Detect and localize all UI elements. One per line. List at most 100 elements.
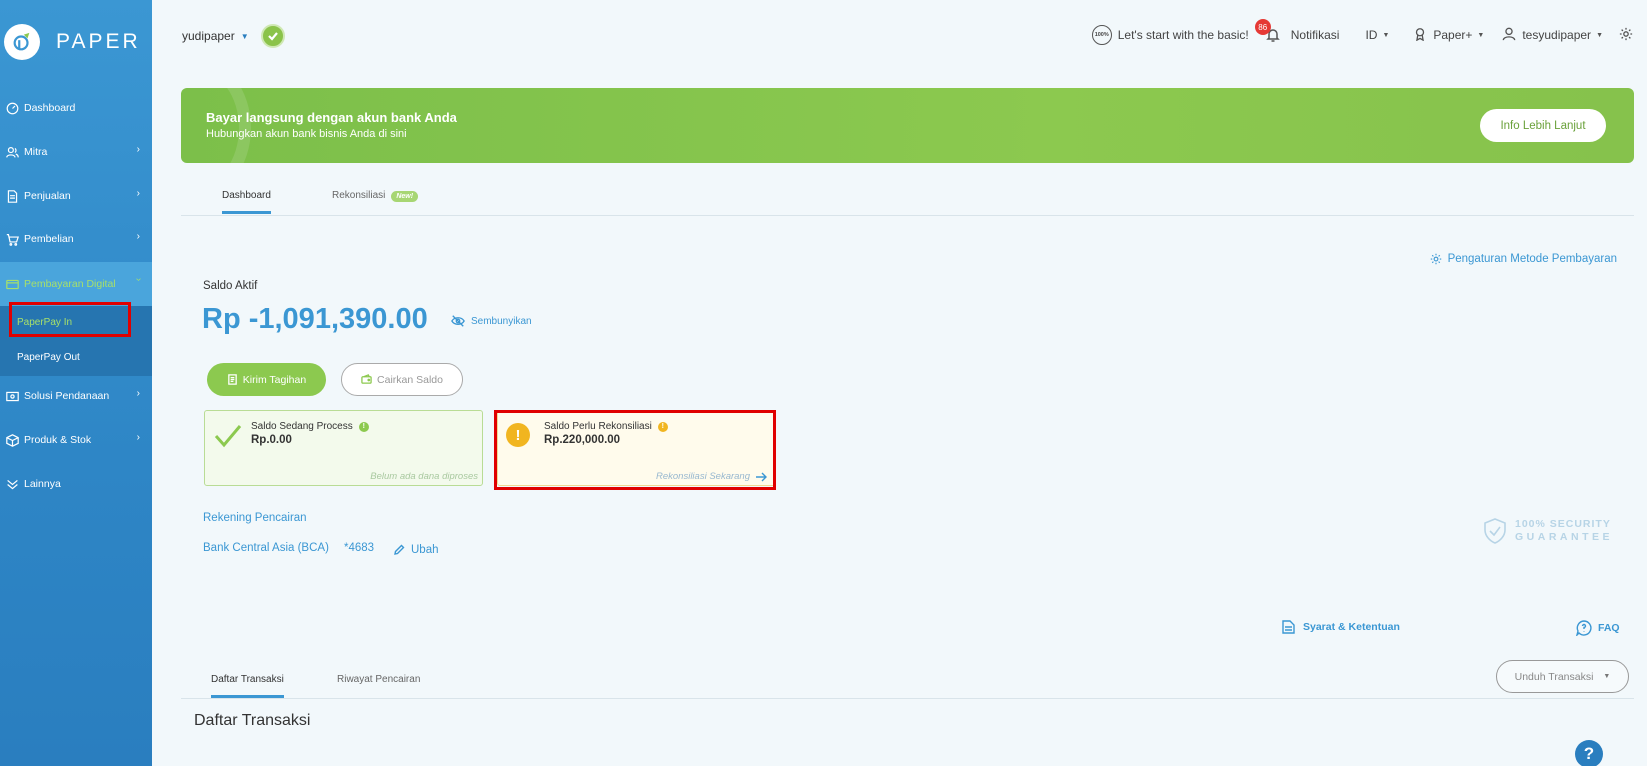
tab-dashboard[interactable]: Dashboard [222, 190, 271, 214]
balance-amount: Rp -1,091,390.00 [202, 303, 428, 335]
plan-label: Paper+ [1433, 28, 1473, 42]
banner-subtitle: Hubungkan akun bank bisnis Anda di sini [206, 128, 407, 140]
sidebar-item-label: Pembayaran Digital [24, 278, 116, 290]
terms-link[interactable]: Syarat & Ketentuan [1282, 620, 1400, 634]
chevron-right-icon: › [136, 231, 140, 242]
gear-icon [1430, 253, 1441, 265]
banner-decoration [181, 88, 251, 163]
highlight-box [9, 302, 131, 337]
username-label: tesyudipaper [1522, 28, 1592, 42]
bank-name: Bank Central Asia (BCA) [203, 542, 329, 554]
sidebar-item-lainnya[interactable]: Lainnya [0, 464, 152, 504]
document-icon [1282, 620, 1295, 634]
download-transactions-button[interactable]: Unduh Transaksi ▼ [1496, 660, 1629, 693]
notification-label: Notifikasi [1290, 28, 1340, 42]
send-invoice-button[interactable]: Kirim Tagihan [207, 363, 326, 396]
payment-method-settings-link[interactable]: Pengaturan Metode Pembayaran [1430, 253, 1617, 265]
cart-icon [5, 232, 19, 246]
gear-icon [1619, 27, 1633, 44]
processing-balance-footer: Belum ada dana diproses [370, 471, 478, 482]
hide-balance-label: Sembunyikan [471, 315, 532, 327]
sidebar-item-label: Pembelian [24, 233, 74, 245]
download-transactions-label: Unduh Transaksi [1514, 670, 1594, 683]
sidebar-item-pembayaran-digital[interactable]: Pembayaran Digital › [0, 262, 152, 306]
money-icon [5, 389, 19, 403]
user-menu[interactable]: tesyudipaper ▼ [1502, 27, 1603, 44]
basic-guide-link[interactable]: 100% Let's start with the basic! [1091, 25, 1249, 45]
sidebar-item-mitra[interactable]: Mitra › [0, 132, 152, 172]
terms-label: Syarat & Ketentuan [1303, 621, 1400, 633]
check-icon [213, 421, 243, 456]
caret-down-icon: ▼ [1477, 31, 1485, 39]
language-switcher[interactable]: ID ▼ [1365, 28, 1389, 42]
info-more-button[interactable]: Info Lebih Lanjut [1480, 109, 1606, 142]
shield-check-icon [1484, 518, 1506, 544]
sidebar-item-produk-stok[interactable]: Produk & Stok › [0, 420, 152, 460]
security-line-2: GUARANTEE [1514, 531, 1613, 543]
info-icon[interactable]: ! [358, 421, 369, 432]
sidebar-item-solusi-pendanaan[interactable]: Solusi Pendanaan › [0, 376, 152, 416]
document-icon [5, 189, 19, 203]
sidebar-item-label: Mitra [24, 146, 48, 158]
security-line-1: 100% SECURITY [1514, 518, 1611, 530]
send-invoice-label: Kirim Tagihan [242, 373, 307, 386]
processing-balance-card: Saldo Sedang Process ! Rp.0.00 Belum ada… [204, 410, 483, 486]
sidebar-item-penjualan[interactable]: Penjualan › [0, 176, 152, 216]
edit-bank-button[interactable]: Ubah [393, 544, 439, 556]
sidebar-item-label: Produk & Stok [24, 434, 92, 446]
notification-button[interactable]: 86 Notifikasi [1254, 19, 1340, 45]
payment-method-settings-label: Pengaturan Metode Pembayaran [1447, 253, 1617, 265]
faq-label: FAQ [1598, 622, 1620, 634]
wallet-icon [361, 374, 372, 384]
sidebar-item-label: Solusi Pendanaan [24, 390, 110, 402]
sidebar-item-label: Dashboard [24, 102, 76, 114]
award-icon [1413, 27, 1427, 44]
users-icon [5, 145, 19, 159]
eye-off-icon [451, 315, 465, 327]
dashboard-icon [5, 101, 19, 115]
promo-banner: Bayar langsung dengan akun bank Anda Hub… [181, 88, 1634, 163]
withdraw-balance-button[interactable]: Cairkan Saldo [341, 363, 463, 396]
caret-down-icon: ▼ [1596, 31, 1603, 39]
help-button[interactable]: ? [1575, 740, 1603, 766]
chevron-right-icon: › [136, 432, 140, 443]
tab-rekonsiliasi[interactable]: Rekonsiliasi New! [332, 190, 419, 212]
notification-count-badge: 86 [1254, 19, 1271, 35]
faq-link[interactable]: FAQ [1576, 620, 1620, 636]
chevron-right-icon: › [136, 188, 140, 199]
sidebar-item-label: Penjualan [24, 190, 71, 202]
brand-logo[interactable]: PAPER [4, 24, 141, 60]
card-icon [5, 277, 19, 291]
submenu-item-paperpay-out[interactable]: PaperPay Out [17, 352, 80, 363]
highlight-box [494, 410, 776, 490]
transactions-heading: Daftar Transaksi [194, 712, 311, 729]
chevron-down-icon: › [132, 277, 144, 282]
box-icon [5, 433, 19, 447]
paper-logo-icon [4, 24, 40, 60]
chevron-right-icon: › [136, 388, 140, 399]
withdraw-balance-label: Cairkan Saldo [377, 373, 443, 386]
language-label: ID [1365, 28, 1378, 42]
caret-down-icon: ▼ [1603, 673, 1611, 680]
tab-rekonsiliasi-label: Rekonsiliasi [332, 190, 386, 201]
banner-title: Bayar langsung dengan akun bank Anda [206, 110, 457, 125]
bank-account-number: *4683 [344, 542, 375, 554]
progress-100-icon: 100% [1091, 25, 1112, 45]
user-icon [1502, 27, 1516, 44]
sidebar-item-dashboard[interactable]: Dashboard [0, 88, 152, 128]
topbar-actions: 100% Let's start with the basic! 86 Noti… [1078, 19, 1633, 45]
plan-menu[interactable]: Paper+ ▼ [1413, 27, 1484, 44]
chevron-right-icon: › [136, 144, 140, 155]
hide-balance-toggle[interactable]: Sembunyikan [451, 314, 532, 328]
tab-transaction-list[interactable]: Daftar Transaksi [211, 674, 284, 698]
settings-button[interactable] [1619, 27, 1633, 44]
tab-withdrawal-history[interactable]: Riwayat Pencairan [337, 674, 420, 695]
main-tabs: Dashboard Rekonsiliasi New! [181, 188, 1634, 216]
sidebar: PAPER Dashboard Mitra › Penjualan › Pemb… [0, 0, 152, 766]
processing-balance-title-text: Saldo Sedang Process [251, 421, 353, 432]
sidebar-item-pembelian[interactable]: Pembelian › [0, 219, 152, 259]
basic-guide-label: Let's start with the basic! [1117, 28, 1249, 42]
invoice-icon [227, 374, 237, 385]
edit-bank-label: Ubah [411, 544, 439, 556]
company-switcher[interactable]: yudipaper ▼ [182, 24, 285, 48]
